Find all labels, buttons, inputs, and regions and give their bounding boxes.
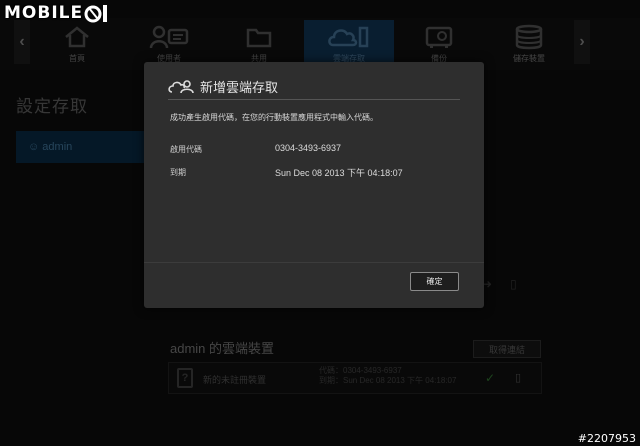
logo-01-mark bbox=[84, 5, 108, 23]
dialog-header: 新增雲端存取 bbox=[168, 74, 460, 100]
cloud-user-icon bbox=[168, 79, 194, 93]
dialog-footer-divider bbox=[144, 262, 484, 263]
ok-button[interactable]: 確定 bbox=[410, 272, 459, 291]
image-id-watermark: #2207953 bbox=[577, 432, 636, 445]
activation-code-label: 啟用代碼 bbox=[170, 145, 202, 154]
activation-code-value: 0304-3493-6937 bbox=[275, 143, 342, 153]
expiry-value: Sun Dec 08 2013 下午 04:18:07 bbox=[275, 168, 403, 178]
mobile01-logo: MOBILE bbox=[4, 2, 110, 24]
dialog-message: 成功產生啟用代碼，在您的行動裝置應用程式中輸入代碼。 bbox=[170, 113, 378, 122]
add-cloud-access-dialog: 新增雲端存取 成功產生啟用代碼，在您的行動裝置應用程式中輸入代碼。 啟用代碼 0… bbox=[144, 62, 484, 308]
dialog-title: 新增雲端存取 bbox=[200, 80, 279, 95]
logo-text: MOBILE bbox=[4, 3, 84, 23]
expiry-label: 到期 bbox=[170, 168, 186, 177]
